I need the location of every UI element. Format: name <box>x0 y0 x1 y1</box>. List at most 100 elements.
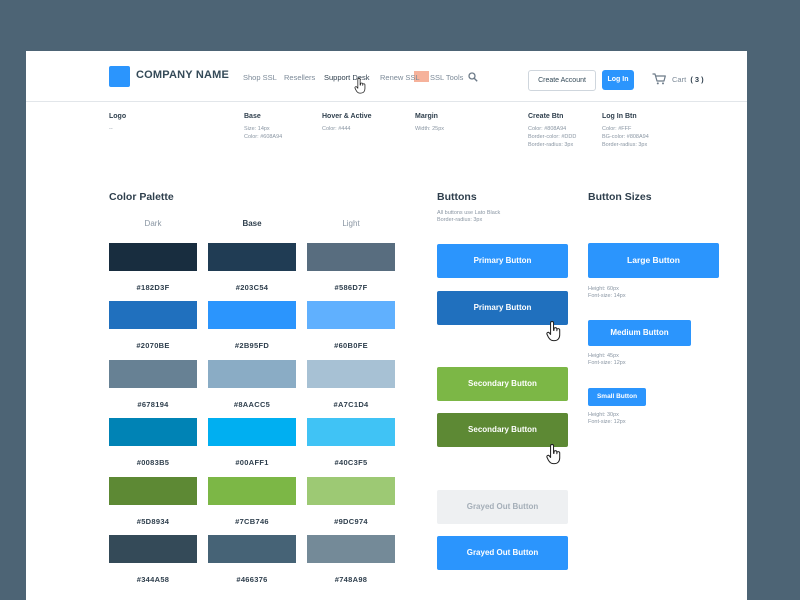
swatch-hex-label: #182D3F <box>136 283 170 292</box>
spec-title: Base <box>244 113 261 120</box>
small-button[interactable]: Small Button <box>588 388 646 406</box>
swatch-dark <box>109 360 197 388</box>
spec-line: Border-color: #DDD <box>528 134 577 140</box>
swatch-hex-label: #678194 <box>137 400 169 409</box>
buttons-title: Buttons <box>437 191 477 203</box>
column-dark-label: Dark <box>144 219 162 228</box>
company-logo[interactable] <box>109 66 130 87</box>
large-button-note: Height: 60px Font-size: 14px <box>588 286 626 300</box>
spec-line: Color: #444 <box>322 126 351 132</box>
swatch-hex-label: #00AFF1 <box>235 458 269 467</box>
nav-ssl-tools[interactable]: SSL Tools <box>430 73 463 82</box>
swatch-light <box>307 418 395 446</box>
button-sizes-title: Button Sizes <box>588 191 652 203</box>
swatch-hex-label: #344A58 <box>136 575 170 584</box>
swatch-dark <box>109 477 197 505</box>
secondary-button-hover[interactable]: Secondary Button <box>437 413 568 447</box>
swatch-hex-label: #2B95FD <box>234 341 270 350</box>
cart-count: ( 3 ) <box>690 75 704 84</box>
swatch-hex-label: #8AACC5 <box>233 400 271 409</box>
swatch-light <box>307 535 395 563</box>
swatch-light <box>307 301 395 329</box>
swatch-dark <box>109 301 197 329</box>
swatch-hex-label: #A7C1D4 <box>333 400 369 409</box>
cart-link[interactable]: Cart ( 3 ) <box>672 75 704 84</box>
spec-line: Color: #FFF <box>602 126 632 132</box>
swatch-hex-label: #60B0FE <box>334 341 368 350</box>
swatch-hex-label: #40C3F5 <box>334 458 368 467</box>
spec-login-btn: Log In Btn Color: #FFF BG-color: #808A94… <box>602 113 649 149</box>
column-base-label: Base <box>242 219 262 228</box>
swatch-hex-label: #9DC974 <box>334 517 368 526</box>
spec-title: Log In Btn <box>602 113 637 120</box>
spec-line: Color: #608A94 <box>244 134 283 140</box>
note-line: Height: 60px <box>588 286 619 292</box>
spec-line: Size: 14px <box>244 126 270 132</box>
spec-line: Color: #808A94 <box>528 126 567 132</box>
swatch-base <box>208 360 296 388</box>
swatch-base <box>208 535 296 563</box>
primary-button-hover[interactable]: Primary Button <box>437 291 568 325</box>
note-line: Height: 45px <box>588 353 619 359</box>
cart-label: Cart <box>672 75 687 84</box>
nav-resellers[interactable]: Resellers <box>284 73 315 82</box>
hand-cursor-icon <box>354 78 366 94</box>
spec-margin: Margin Width: 25px <box>415 113 444 133</box>
spec-create-btn: Create Btn Color: #808A94 Border-color: … <box>528 113 576 149</box>
spec-title: Hover & Active <box>322 113 372 120</box>
spec-base: Base Size: 14px Color: #608A94 <box>244 113 282 141</box>
log-in-button[interactable]: Log In <box>602 70 634 90</box>
swatch-base <box>208 418 296 446</box>
style-guide-sheet: COMPANY NAME Shop SSL Resellers Support … <box>26 51 747 600</box>
swatch-dark <box>109 535 197 563</box>
company-name[interactable]: COMPANY NAME <box>136 69 229 81</box>
swatch-base <box>208 477 296 505</box>
spec-line: Width: 25px <box>415 126 445 132</box>
color-palette-title: Color Palette <box>109 191 174 203</box>
primary-button[interactable]: Primary Button <box>437 244 568 278</box>
note-line: Font-size: 14px <box>588 293 626 299</box>
swatch-base <box>208 301 296 329</box>
cart-icon[interactable] <box>652 73 666 85</box>
swatch-light <box>307 477 395 505</box>
swatch-dark <box>109 418 197 446</box>
note-line: Height: 30px <box>588 412 619 418</box>
medium-button[interactable]: Medium Button <box>588 320 691 346</box>
small-button-note: Height: 30px Font-size: 12px <box>588 412 626 426</box>
spec-title: Create Btn <box>528 113 564 120</box>
column-light-label: Light <box>342 219 360 228</box>
note-line: Font-size: 12px <box>588 360 626 366</box>
hand-cursor-icon <box>546 321 561 342</box>
spec-line: -- <box>109 126 113 132</box>
search-icon[interactable] <box>468 72 478 82</box>
spec-line: Border-radius: 3px <box>528 142 574 148</box>
swatch-base <box>208 243 296 271</box>
spec-logo: Logo -- <box>109 113 126 133</box>
spec-line: BG-color: #808A94 <box>602 134 649 140</box>
spec-line: Border-radius: 3px <box>602 142 648 148</box>
note-line: Border-radius: 3px <box>437 217 483 223</box>
create-account-button[interactable]: Create Account <box>528 70 596 91</box>
swatch-hex-label: #586D7F <box>334 283 368 292</box>
swatch-light <box>307 360 395 388</box>
nav-shop-ssl[interactable]: Shop SSL <box>243 73 277 82</box>
swatch-hex-label: #5D8934 <box>136 517 170 526</box>
swatch-hex-label: #0083B5 <box>136 458 170 467</box>
large-button[interactable]: Large Button <box>588 243 719 278</box>
swatch-hex-label: #748A98 <box>334 575 368 584</box>
swatch-hex-label: #2070BE <box>136 341 170 350</box>
spec-title: Margin <box>415 113 438 120</box>
swatch-hex-label: #466376 <box>236 575 268 584</box>
swatch-dark <box>109 243 197 271</box>
swatch-hex-label: #7CB746 <box>235 517 269 526</box>
spec-title: Logo <box>109 113 127 120</box>
grayed-out-button: Grayed Out Button <box>437 490 568 524</box>
secondary-button[interactable]: Secondary Button <box>437 367 568 401</box>
grayed-out-button-blue[interactable]: Grayed Out Button <box>437 536 568 570</box>
nav-renew-ssl[interactable]: Renew SSL <box>380 73 420 82</box>
medium-button-note: Height: 45px Font-size: 12px <box>588 353 626 367</box>
hand-cursor-icon <box>546 444 561 465</box>
site-header: COMPANY NAME Shop SSL Resellers Support … <box>26 51 747 102</box>
swatch-hex-label: #203C54 <box>235 283 269 292</box>
swatch-light <box>307 243 395 271</box>
